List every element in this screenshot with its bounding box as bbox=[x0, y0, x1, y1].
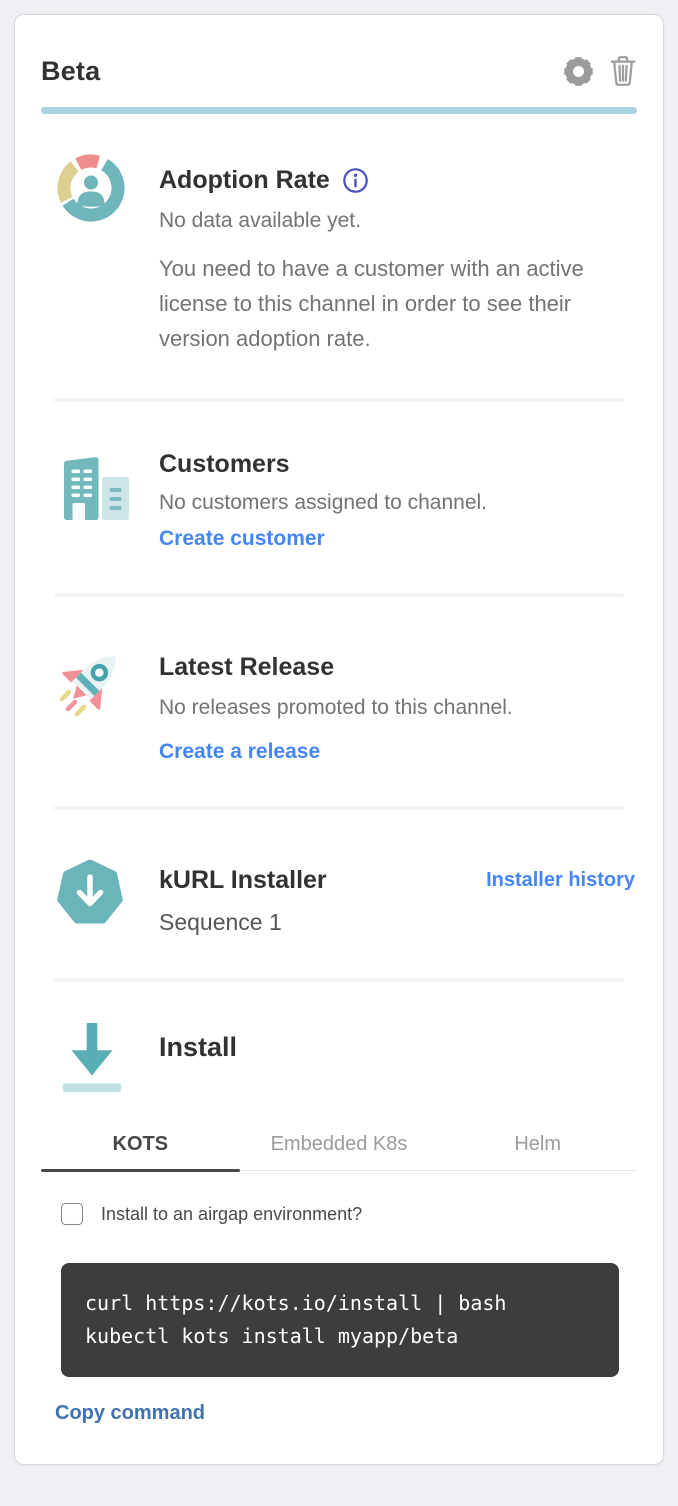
latest-release-section: Latest Release No releases promoted to t… bbox=[41, 645, 637, 764]
header-actions bbox=[563, 55, 637, 87]
customers-title: Customers bbox=[159, 450, 635, 479]
code-line-1: curl https://kots.io/install | bash bbox=[85, 1291, 506, 1315]
kurl-icon-box bbox=[55, 858, 133, 936]
create-release-link[interactable]: Create a release bbox=[159, 740, 320, 764]
customers-empty-message: No customers assigned to channel. bbox=[159, 491, 635, 515]
airgap-label: Install to an airgap environment? bbox=[101, 1204, 362, 1225]
install-download-icon bbox=[55, 1022, 129, 1096]
kurl-installer-section: kURL Installer Installer history Sequenc… bbox=[41, 858, 637, 936]
section-divider bbox=[54, 398, 624, 402]
trash-icon bbox=[609, 55, 637, 87]
tab-kots[interactable]: KOTS bbox=[41, 1125, 240, 1170]
install-title: Install bbox=[159, 1032, 635, 1063]
kurl-installer-title: kURL Installer bbox=[159, 866, 327, 895]
adoption-rate-title: Adoption Rate bbox=[159, 166, 330, 195]
copy-command-link[interactable]: Copy command bbox=[55, 1402, 205, 1425]
channel-settings-button[interactable] bbox=[563, 56, 594, 87]
channel-accent-bar bbox=[41, 107, 637, 114]
installer-history-link[interactable]: Installer history bbox=[486, 869, 635, 892]
delete-channel-button[interactable] bbox=[609, 55, 637, 87]
customers-icon-box bbox=[55, 450, 133, 551]
section-divider bbox=[54, 593, 624, 597]
install-section: Install bbox=[41, 1022, 637, 1101]
airgap-checkbox[interactable] bbox=[61, 1203, 83, 1225]
customers-building-icon bbox=[55, 450, 133, 526]
tab-helm[interactable]: Helm bbox=[438, 1125, 637, 1170]
info-icon[interactable] bbox=[342, 167, 369, 194]
create-customer-link[interactable]: Create customer bbox=[159, 527, 325, 551]
code-line-2: kubectl kots install myapp/beta bbox=[85, 1324, 458, 1348]
channel-title: Beta bbox=[41, 56, 100, 87]
latest-release-icon-box bbox=[55, 645, 133, 764]
adoption-rate-section: Adoption Rate No data available yet. You… bbox=[41, 152, 637, 356]
tab-embedded-k8s[interactable]: Embedded K8s bbox=[240, 1125, 439, 1170]
installer-sequence: Sequence 1 bbox=[159, 909, 635, 936]
adoption-description: You need to have a customer with an acti… bbox=[159, 251, 595, 356]
gear-icon bbox=[563, 56, 594, 87]
install-tabs: KOTS Embedded K8s Helm bbox=[41, 1125, 637, 1171]
latest-release-title: Latest Release bbox=[159, 653, 635, 682]
install-icon-box bbox=[55, 1022, 133, 1101]
adoption-empty-message: No data available yet. bbox=[159, 209, 635, 233]
adoption-rate-icon-box bbox=[55, 152, 133, 356]
section-divider bbox=[54, 806, 624, 810]
adoption-rate-donut-icon bbox=[55, 152, 127, 224]
section-divider bbox=[54, 978, 624, 982]
rocket-icon bbox=[55, 645, 131, 721]
customers-section: Customers No customers assigned to chann… bbox=[41, 450, 637, 551]
card-header: Beta bbox=[41, 49, 637, 93]
latest-release-empty-message: No releases promoted to this channel. bbox=[159, 696, 635, 720]
channel-card: Beta bbox=[14, 14, 664, 1465]
install-command-block: curl https://kots.io/install | bash kube… bbox=[61, 1263, 619, 1377]
airgap-option-row: Install to an airgap environment? bbox=[41, 1203, 637, 1225]
kurl-download-heptagon-icon bbox=[55, 858, 125, 928]
